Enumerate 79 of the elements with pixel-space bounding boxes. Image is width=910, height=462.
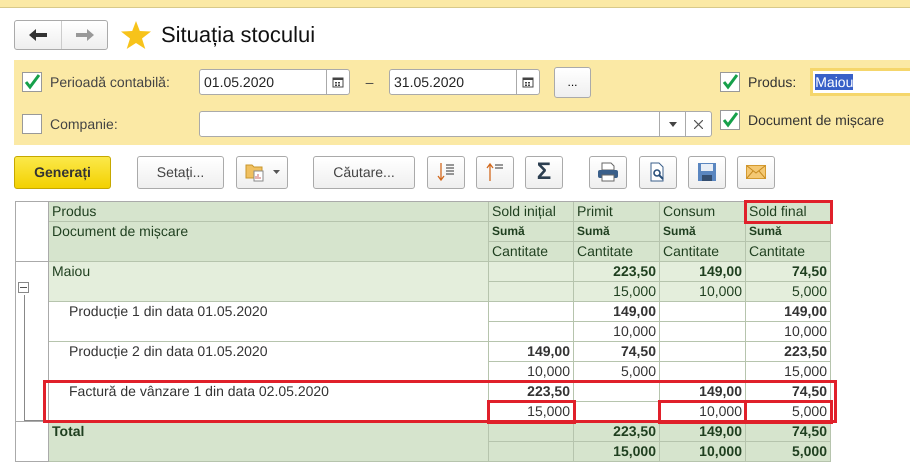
movement-document-label: Document de mișcare <box>748 112 884 128</box>
generate-button[interactable]: Generați <box>14 156 111 188</box>
column-header: Sold inițial <box>489 202 574 222</box>
range-dash: – <box>364 74 374 90</box>
checkbox[interactable] <box>720 72 740 92</box>
date-field[interactable]: 31.05.2020 <box>389 69 540 95</box>
table-cell: 74,50 <box>574 342 660 362</box>
column-header: Cantitate <box>746 242 831 262</box>
date-field[interactable]: 01.05.2020 <box>199 69 350 95</box>
column-header: Sold final <box>746 202 831 222</box>
table-cell: 74,50 <box>746 422 831 442</box>
table-cell: 15,000 <box>489 402 574 422</box>
table-cell: 10,000 <box>574 322 660 342</box>
table-cell: 5,000 <box>746 282 831 302</box>
folder-chart-icon <box>244 162 266 182</box>
envelope-icon <box>746 165 766 179</box>
company-label: Companie: <box>50 116 119 132</box>
column-header: Sumă <box>746 222 831 242</box>
table-cell: 5,000 <box>746 402 831 422</box>
table-cell: 149,00 <box>489 342 574 362</box>
table-cell: 149,00 <box>660 262 746 282</box>
right-arrow-icon <box>76 29 94 41</box>
print-button[interactable] <box>589 156 627 188</box>
printer-icon <box>597 162 619 182</box>
table-cell: 223,50 <box>746 342 831 362</box>
table-cell: 149,00 <box>660 422 746 442</box>
column-header: Cantitate <box>489 242 574 262</box>
star-icon[interactable] <box>121 21 151 49</box>
product-label: Produs: <box>748 74 796 90</box>
table-cell: 149,00 <box>746 302 831 322</box>
sort-ascending-icon <box>486 162 504 182</box>
minus-icon <box>20 284 27 291</box>
column-header: Sumă <box>660 222 746 242</box>
column-header: Sumă <box>574 222 660 242</box>
period-label: Perioadă contabilă: <box>50 74 171 90</box>
checkbox[interactable] <box>720 110 740 130</box>
checkbox[interactable] <box>22 114 42 134</box>
period-button[interactable]: ... <box>554 66 591 98</box>
table-cell: 15,000 <box>574 282 660 302</box>
table-cell: 10,000 <box>660 442 746 462</box>
window-title: Situația stocului <box>161 22 316 48</box>
sort-descending-icon <box>437 162 455 182</box>
sort-descending-button[interactable] <box>427 156 465 188</box>
save-button[interactable] <box>688 156 726 188</box>
table-cell: 15,000 <box>574 442 660 462</box>
checkbox[interactable] <box>22 72 42 92</box>
table-cell: 149,00 <box>574 302 660 322</box>
left-arrow-icon <box>29 29 47 41</box>
mail-button[interactable] <box>737 156 775 188</box>
table-cell: 223,50 <box>574 262 660 282</box>
calendar-icon[interactable] <box>522 76 534 88</box>
table-cell: Producție 1 din data 01.05.2020 <box>49 302 489 342</box>
column-header: Cantitate <box>574 242 660 262</box>
column-header: Produs <box>49 202 489 222</box>
column-header: Primit <box>574 202 660 222</box>
table-cell: 74,50 <box>746 262 831 282</box>
search-button[interactable]: Căutare... <box>313 156 415 188</box>
preview-button[interactable] <box>639 156 677 188</box>
sum-button[interactable]: Σ <box>525 156 563 188</box>
dropdown-icon[interactable] <box>668 122 676 126</box>
column-header: Document de mișcare <box>49 222 489 262</box>
table-cell: Total <box>49 422 489 462</box>
calendar-icon[interactable] <box>332 76 344 88</box>
caret-icon <box>272 170 280 174</box>
settings-button[interactable]: Setați... <box>137 156 224 188</box>
collapse-toggle[interactable] <box>18 282 29 293</box>
column-header: Sumă <box>489 222 574 242</box>
sort-ascending-button[interactable] <box>476 156 514 188</box>
table-cell: 10,000 <box>746 322 831 342</box>
clear-icon[interactable] <box>694 120 703 128</box>
table-cell: 10,000 <box>660 282 746 302</box>
table-cell: Maiou <box>49 262 489 302</box>
variant-button[interactable] <box>236 156 288 188</box>
table-cell: 5,000 <box>746 442 831 462</box>
company-field[interactable] <box>199 111 712 137</box>
product-field[interactable]: Maiou <box>810 68 910 96</box>
column-header: Cantitate <box>660 242 746 262</box>
table-cell: 223,50 <box>574 422 660 442</box>
column-header: Consum <box>660 202 746 222</box>
